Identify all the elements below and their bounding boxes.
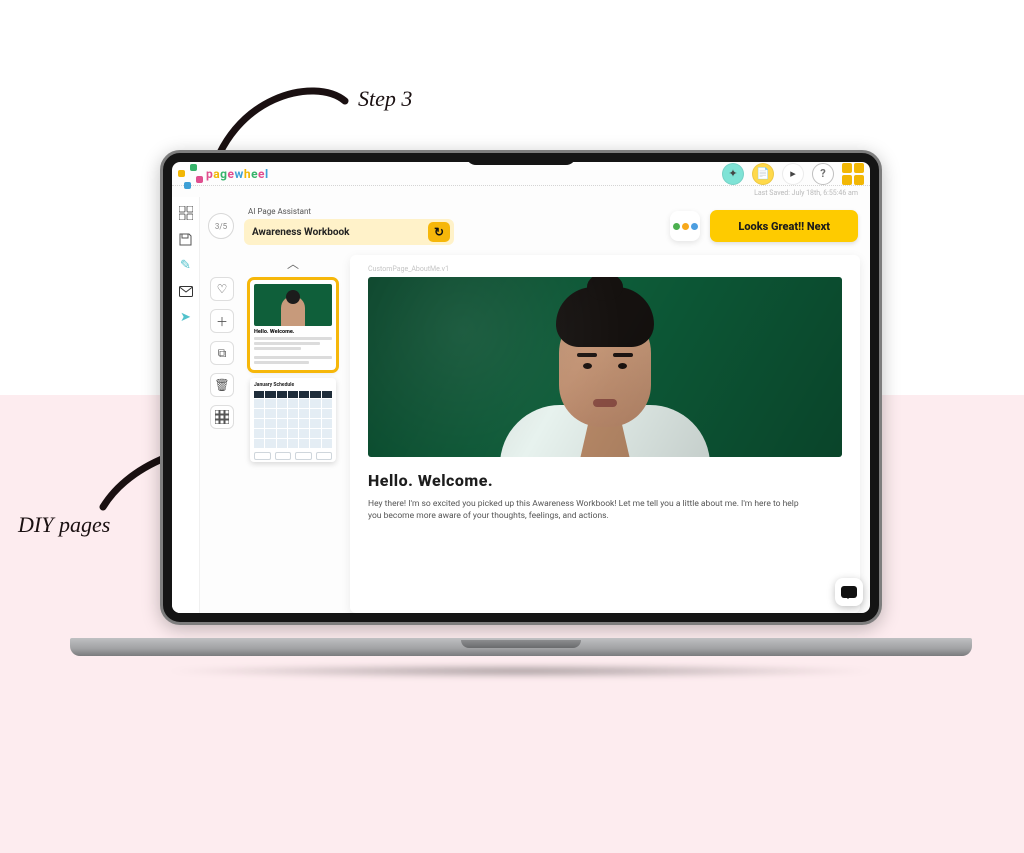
ai-assistant-label: AI Page Assistant [244,207,454,216]
annotation-diy-pages: DIY pages [18,512,110,538]
rocket-icon[interactable]: ➤ [178,309,194,325]
laptop-body: pagewheel ✦ 📄 ▸ ? Last Saved: July 18th,… [160,150,882,625]
mail-icon[interactable] [178,283,194,299]
thumb-hero-image [254,284,332,326]
save-icon[interactable] [178,231,194,247]
page-preview: CustomPage_AboutMe.v1 [350,255,860,613]
next-button[interactable]: Looks Great!! Next [710,210,858,242]
favorite-icon[interactable]: ♡ [210,277,234,301]
ai-assistant-input[interactable]: Awareness Workbook ↻ [244,219,454,245]
chat-support-button[interactable] [835,578,863,606]
delete-icon[interactable]: 🗑 [210,373,234,397]
calendar-grid [254,391,332,448]
thumbnail-page-2[interactable]: January Schedule [250,378,336,462]
hero-image[interactable] [368,277,842,457]
add-page-icon[interactable]: ＋ [210,309,234,333]
titlebar: pagewheel ✦ 📄 ▸ ? [172,162,870,186]
page-thumbnails: ︿ Hello. Welcome. [248,255,338,613]
brush-icon[interactable]: ✎ [178,257,194,273]
page-tools: ♡ ＋ ⧉ 🗑 [208,255,236,613]
last-saved-text: Last Saved: July 18th, 6:55:46 am [754,189,858,197]
template-id-tag: CustomPage_AboutMe.v1 [368,265,842,273]
pinwheel-logo-icon[interactable] [178,164,198,184]
action-icon[interactable]: ▸ [782,163,804,185]
dashboard-icon[interactable] [178,205,194,221]
preview-body-text[interactable]: Hey there! I'm so excited you picked up … [368,498,804,523]
laptop-notch [466,153,576,165]
laptop-base [70,638,972,680]
duplicate-icon[interactable]: ⧉ [210,341,234,365]
templates-grid-icon[interactable] [210,405,234,429]
preview-headline[interactable]: Hello. Welcome. [368,471,842,490]
editor-area: ♡ ＋ ⧉ 🗑 ︿ [200,251,870,613]
help-icon[interactable]: ? [812,163,834,185]
brand-name[interactable]: pagewheel [206,167,269,181]
app-screen: pagewheel ✦ 📄 ▸ ? Last Saved: July 18th,… [172,162,870,613]
document-icon[interactable]: 📄 [752,163,774,185]
left-rail: ✎ ➤ [172,197,200,613]
laptop-mockup: pagewheel ✦ 📄 ▸ ? Last Saved: July 18th,… [160,150,882,670]
annotation-step3: Step 3 [358,86,412,112]
chat-bubble-icon [841,586,857,598]
step-progress-badge: 3/5 [208,213,234,239]
toolbar: 3/5 AI Page Assistant Awareness Workbook… [200,197,870,251]
chevron-up-icon[interactable]: ︿ [287,255,299,272]
workspace: ✎ ➤ 3/5 AI Page Assistant Awareness Work… [172,197,870,613]
ai-generate-button[interactable]: ↻ [428,222,450,242]
thumb1-title: Hello. Welcome. [254,329,332,335]
thumbnail-page-1[interactable]: Hello. Welcome. [250,280,336,370]
thumb2-title: January Schedule [254,382,332,388]
magic-icon[interactable]: ✦ [722,163,744,185]
apps-grid-icon[interactable] [842,163,864,185]
ai-assistant-value: Awareness Workbook [252,227,350,238]
theme-colors-button[interactable] [670,211,700,241]
